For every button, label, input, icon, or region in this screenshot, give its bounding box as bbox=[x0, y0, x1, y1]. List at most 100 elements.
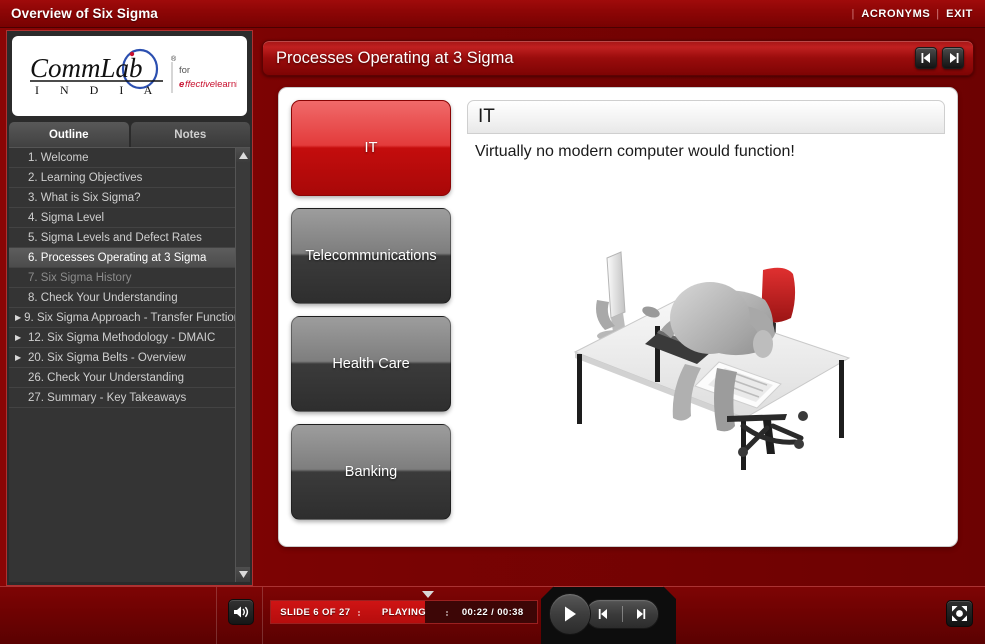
outline-panel: ▶1. Welcome▶2. Learning Objectives▶3. Wh… bbox=[9, 147, 250, 582]
outline-item[interactable]: ▶ 9. Six Sigma Approach - Transfer Functi… bbox=[9, 308, 235, 328]
outline-item-label: 27. Summary - Key Takeaways bbox=[28, 391, 187, 404]
svg-text:ffective: ffective bbox=[185, 79, 215, 90]
acronyms-button[interactable]: ACRONYMS bbox=[861, 8, 930, 20]
outline-item[interactable]: ▶4. Sigma Level bbox=[9, 208, 235, 228]
frustrated-worker-at-desk-illustration bbox=[573, 251, 851, 470]
fullscreen-button[interactable] bbox=[946, 600, 973, 627]
outline-item-label: 12. Six Sigma Methodology - DMAIC bbox=[28, 331, 216, 344]
detail-column: IT Virtually no modern computer would fu… bbox=[467, 100, 945, 534]
slide-title-bar: Processes Operating at 3 Sigma bbox=[262, 40, 974, 76]
time-display: 00:22 / 00:38 bbox=[461, 606, 524, 618]
outline-item[interactable]: ▶7. Six Sigma History bbox=[9, 268, 235, 288]
exit-button[interactable]: EXIT bbox=[946, 8, 973, 20]
outline-item-label: 4. Sigma Level bbox=[28, 211, 105, 224]
playback-status: PLAYING bbox=[381, 606, 427, 618]
category-button-label: Banking bbox=[344, 464, 398, 480]
svg-text:I N D I A: I N D I A bbox=[35, 83, 161, 97]
skip-button-group bbox=[585, 599, 659, 629]
category-button[interactable]: Banking bbox=[291, 424, 451, 520]
outline-item[interactable]: ▶8. Check Your Understanding bbox=[9, 288, 235, 308]
outline-item-label: 9. Six Sigma Approach - Transfer Functio… bbox=[24, 311, 235, 324]
category-button[interactable]: Health Care bbox=[291, 316, 451, 412]
previous-icon bbox=[921, 53, 930, 63]
outline-item[interactable]: ▶26. Check Your Understanding bbox=[9, 368, 235, 388]
slide-counter: SLIDE 6 OF 27 bbox=[280, 606, 351, 618]
scrollbar-track[interactable] bbox=[236, 163, 250, 567]
category-button-label: IT bbox=[364, 140, 378, 156]
expand-arrow-icon[interactable]: ▶ bbox=[15, 353, 25, 362]
step-forward-icon bbox=[634, 608, 647, 620]
progress-bar[interactable]: SLIDE 6 OF 27 PLAYING 00:22 / 00:38 bbox=[270, 600, 538, 624]
logo-svg: CommLab ® I N D I A for e ffective learn… bbox=[30, 48, 237, 97]
player-body: CommLab ® I N D I A for e ffective learn… bbox=[0, 28, 985, 644]
detail-body-text: Virtually no modern computer would funct… bbox=[475, 143, 795, 160]
outline-item-label: 5. Sigma Levels and Defect Rates bbox=[28, 231, 202, 244]
svg-text:learning: learning bbox=[215, 79, 237, 90]
slide-nav-buttons bbox=[915, 47, 973, 69]
category-button-label: Telecommunications bbox=[305, 248, 437, 264]
category-button[interactable]: IT bbox=[291, 100, 451, 196]
outline-list: ▶1. Welcome▶2. Learning Objectives▶3. Wh… bbox=[9, 148, 235, 582]
outline-item-label: 3. What is Six Sigma? bbox=[28, 191, 141, 204]
outline-item[interactable]: ▶1. Welcome bbox=[9, 148, 235, 168]
outline-item-label: 8. Check Your Understanding bbox=[28, 291, 178, 304]
expand-arrow-icon[interactable]: ▶ bbox=[15, 333, 25, 342]
slide-title: Processes Operating at 3 Sigma bbox=[276, 48, 514, 67]
next-button[interactable] bbox=[623, 600, 659, 628]
outline-item[interactable]: ▶5. Sigma Levels and Defect Rates bbox=[9, 228, 235, 248]
play-button[interactable] bbox=[549, 593, 591, 635]
tab-outline-label: Outline bbox=[48, 128, 89, 141]
progress-area: SLIDE 6 OF 27 PLAYING 00:22 / 00:38 bbox=[270, 591, 538, 624]
outline-item[interactable]: ▶ 20. Six Sigma Belts - Overview bbox=[9, 348, 235, 368]
sidebar-tabs: Outline Notes bbox=[9, 122, 250, 147]
separator-right: | bbox=[936, 7, 940, 20]
playback-controls-pod bbox=[541, 586, 676, 644]
next-slide-button[interactable] bbox=[942, 47, 964, 69]
next-icon bbox=[949, 53, 958, 63]
volume-button[interactable] bbox=[228, 599, 254, 625]
seek-handle[interactable] bbox=[422, 591, 434, 598]
scroll-down-icon[interactable] bbox=[236, 567, 250, 582]
outline-item-label: 7. Six Sigma History bbox=[28, 271, 132, 284]
outline-item[interactable]: ▶2. Learning Objectives bbox=[9, 168, 235, 188]
play-icon bbox=[562, 605, 578, 623]
sidebar: CommLab ® I N D I A for e ffective learn… bbox=[6, 30, 253, 586]
scroll-up-icon[interactable] bbox=[236, 148, 250, 163]
outline-item[interactable]: ▶ 12. Six Sigma Methodology - DMAIC bbox=[9, 328, 235, 348]
outline-item-label: 6. Processes Operating at 3 Sigma bbox=[28, 251, 207, 264]
slide-panel: IT Telecommunications Health Care Banking I… bbox=[278, 87, 958, 547]
category-button[interactable]: Telecommunications bbox=[291, 208, 451, 304]
outline-item-label: 2. Learning Objectives bbox=[28, 171, 143, 184]
previous-slide-button[interactable] bbox=[915, 47, 937, 69]
time-cell: 00:22 / 00:38 bbox=[448, 607, 537, 618]
outline-item-label: 20. Six Sigma Belts - Overview bbox=[28, 351, 186, 364]
outline-item-label: 1. Welcome bbox=[28, 151, 89, 164]
course-title: Overview of Six Sigma bbox=[11, 6, 158, 21]
title-bar: Overview of Six Sigma | ACRONYMS | EXIT bbox=[0, 0, 985, 28]
previous-button[interactable] bbox=[586, 600, 622, 628]
fullscreen-icon bbox=[952, 606, 967, 621]
outline-item[interactable]: ▶3. What is Six Sigma? bbox=[9, 188, 235, 208]
tab-outline[interactable]: Outline bbox=[9, 122, 129, 147]
category-button-label: Health Care bbox=[332, 356, 410, 372]
tab-notes-label: Notes bbox=[174, 128, 207, 141]
step-back-icon bbox=[597, 608, 610, 620]
course-player-window: Overview of Six Sigma | ACRONYMS | EXIT … bbox=[0, 0, 985, 644]
svg-text:for: for bbox=[179, 65, 190, 76]
expand-arrow-icon[interactable]: ▶ bbox=[15, 313, 21, 322]
title-bar-actions: | ACRONYMS | EXIT bbox=[845, 8, 985, 20]
outline-item[interactable]: ▶27. Summary - Key Takeaways bbox=[9, 388, 235, 408]
tab-notes[interactable]: Notes bbox=[130, 122, 250, 147]
progress-labels: SLIDE 6 OF 27 PLAYING 00:22 / 00:38 bbox=[271, 601, 537, 623]
outline-scrollbar[interactable] bbox=[235, 148, 250, 582]
slide-content-area: Processes Operating at 3 Sigma IT Teleco… bbox=[262, 40, 974, 586]
svg-text:®: ® bbox=[171, 55, 177, 63]
volume-icon bbox=[234, 606, 249, 618]
outline-item[interactable]: ▶6. Processes Operating at 3 Sigma bbox=[9, 248, 235, 268]
detail-heading: IT bbox=[467, 100, 945, 134]
svg-text:CommLab: CommLab bbox=[30, 53, 143, 83]
status-cell: PLAYING bbox=[360, 607, 449, 618]
commlab-india-logo: CommLab ® I N D I A for e ffective learn… bbox=[12, 36, 247, 116]
outline-item-label: 26. Check Your Understanding bbox=[28, 371, 184, 384]
slide-counter-cell: SLIDE 6 OF 27 bbox=[271, 607, 360, 618]
